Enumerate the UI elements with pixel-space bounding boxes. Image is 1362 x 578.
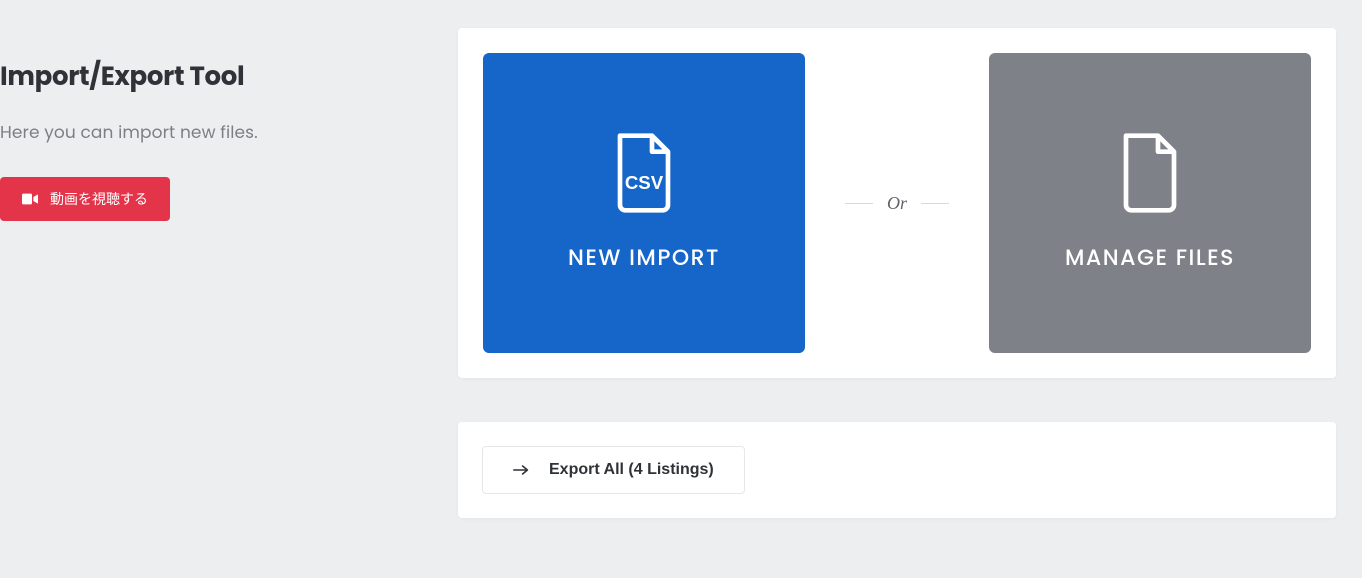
page-title: Import/Export Tool <box>0 58 458 97</box>
arrow-right-icon <box>513 464 529 476</box>
manage-files-tile[interactable]: MANAGE FILES <box>989 53 1311 353</box>
or-separator: Or <box>845 193 949 214</box>
main-content: CSV NEW IMPORT Or MANAGE FILES <box>458 0 1362 578</box>
file-icon <box>1118 133 1182 213</box>
svg-text:CSV: CSV <box>625 172 664 193</box>
new-import-tile[interactable]: CSV NEW IMPORT <box>483 53 805 353</box>
or-label: Or <box>887 193 907 214</box>
new-import-label: NEW IMPORT <box>568 241 720 274</box>
export-all-button[interactable]: Export All (4 Listings) <box>482 446 745 494</box>
csv-file-icon: CSV <box>612 133 676 213</box>
export-all-label: Export All (4 Listings) <box>549 461 714 479</box>
watch-video-button[interactable]: 動画を視聴する <box>0 177 170 221</box>
separator-line-right <box>921 203 949 204</box>
import-options-card: CSV NEW IMPORT Or MANAGE FILES <box>458 28 1336 378</box>
watch-video-label: 動画を視聴する <box>50 189 148 209</box>
video-camera-icon <box>22 193 38 205</box>
export-card: Export All (4 Listings) <box>458 422 1336 518</box>
manage-files-label: MANAGE FILES <box>1065 241 1235 274</box>
page-subtitle: Here you can import new files. <box>0 119 458 145</box>
sidebar: Import/Export Tool Here you can import n… <box>0 0 458 578</box>
separator-line-left <box>845 203 873 204</box>
